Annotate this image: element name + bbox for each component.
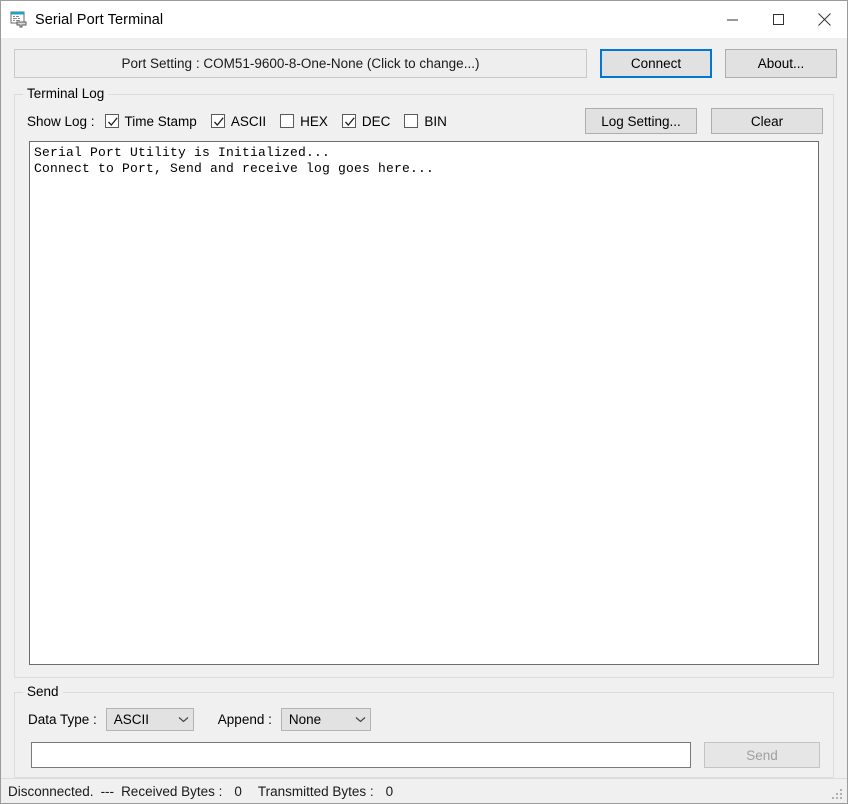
data-type-value: ASCII — [113, 711, 150, 727]
checkbox-ascii-label: ASCII — [230, 113, 267, 129]
checkbox-time-stamp[interactable]: Time Stamp — [104, 113, 197, 129]
checkbox-bin-box[interactable] — [404, 114, 419, 128]
status-connection: Disconnected. — [8, 783, 94, 799]
append-label: Append : — [217, 711, 272, 727]
checkbox-bin-label: BIN — [424, 113, 447, 129]
chevron-down-icon — [178, 716, 189, 723]
resize-grip-icon[interactable] — [831, 788, 844, 801]
title-bar: Serial Port Terminal — [1, 1, 847, 38]
status-bar: Disconnected. --- Received Bytes : 0 Tra… — [1, 778, 847, 803]
show-log-row: Show Log : Time Stamp ASCII HEX DEC BIN … — [15, 106, 833, 136]
clear-button[interactable]: Clear — [711, 108, 823, 134]
log-output-area[interactable]: Serial Port Utility is Initialized... Co… — [29, 141, 819, 665]
terminal-log-group: Terminal Log Show Log : Time Stamp ASCII… — [14, 86, 834, 678]
window-title: Serial Port Terminal — [35, 11, 164, 28]
append-value: None — [288, 711, 322, 727]
chevron-down-icon — [355, 716, 366, 723]
log-line: Serial Port Utility is Initialized... — [34, 145, 331, 160]
log-line: Connect to Port, Send and receive log go… — [34, 161, 435, 176]
data-type-label: Data Type : — [28, 711, 97, 727]
checkbox-hex-label: HEX — [300, 113, 328, 129]
transmitted-bytes-label: Transmitted Bytes : — [257, 783, 374, 799]
port-setting-row: Port Setting : COM51-9600-8-One-None (Cl… — [14, 49, 837, 78]
send-group: Send Data Type : ASCII Append : None Sen… — [14, 684, 834, 778]
app-window: Serial Port Terminal Port Setting : COM5… — [0, 0, 848, 804]
checkbox-dec-box[interactable] — [341, 114, 356, 128]
maximize-icon[interactable] — [755, 1, 801, 38]
data-type-select[interactable]: ASCII — [105, 707, 194, 731]
received-bytes-label: Received Bytes : — [121, 783, 223, 799]
checkbox-dec[interactable]: DEC — [341, 113, 391, 129]
status-separator: --- — [100, 783, 115, 799]
send-button[interactable]: Send — [704, 742, 820, 768]
received-bytes-value: 0 — [234, 783, 242, 799]
terminal-log-group-title: Terminal Log — [23, 86, 109, 101]
show-log-label: Show Log : — [27, 113, 95, 129]
checkbox-hex[interactable]: HEX — [280, 114, 328, 129]
checkbox-time-stamp-box[interactable] — [104, 114, 119, 128]
close-icon[interactable] — [801, 1, 847, 38]
append-select[interactable]: None — [280, 707, 371, 731]
checkbox-dec-label: DEC — [361, 113, 391, 129]
send-options-row: Data Type : ASCII Append : None — [15, 704, 833, 734]
checkbox-bin[interactable]: BIN — [404, 114, 447, 129]
send-input-row: Send — [15, 742, 833, 768]
log-setting-button[interactable]: Log Setting... — [585, 108, 697, 134]
send-group-title: Send — [23, 684, 63, 699]
minimize-icon[interactable] — [709, 1, 755, 38]
checkbox-ascii-box[interactable] — [210, 114, 225, 128]
checkbox-ascii[interactable]: ASCII — [210, 113, 267, 129]
serial-terminal-icon — [9, 10, 29, 30]
connect-button[interactable]: Connect — [600, 49, 712, 78]
about-button[interactable]: About... — [725, 49, 837, 78]
transmitted-bytes-value: 0 — [385, 783, 394, 799]
send-input[interactable] — [31, 742, 691, 768]
checkbox-hex-box[interactable] — [280, 114, 295, 128]
checkbox-time-stamp-label: Time Stamp — [124, 113, 197, 129]
port-setting-button[interactable]: Port Setting : COM51-9600-8-One-None (Cl… — [14, 49, 587, 78]
log-buttons: Log Setting... Clear — [585, 108, 823, 134]
window-controls — [709, 1, 847, 38]
